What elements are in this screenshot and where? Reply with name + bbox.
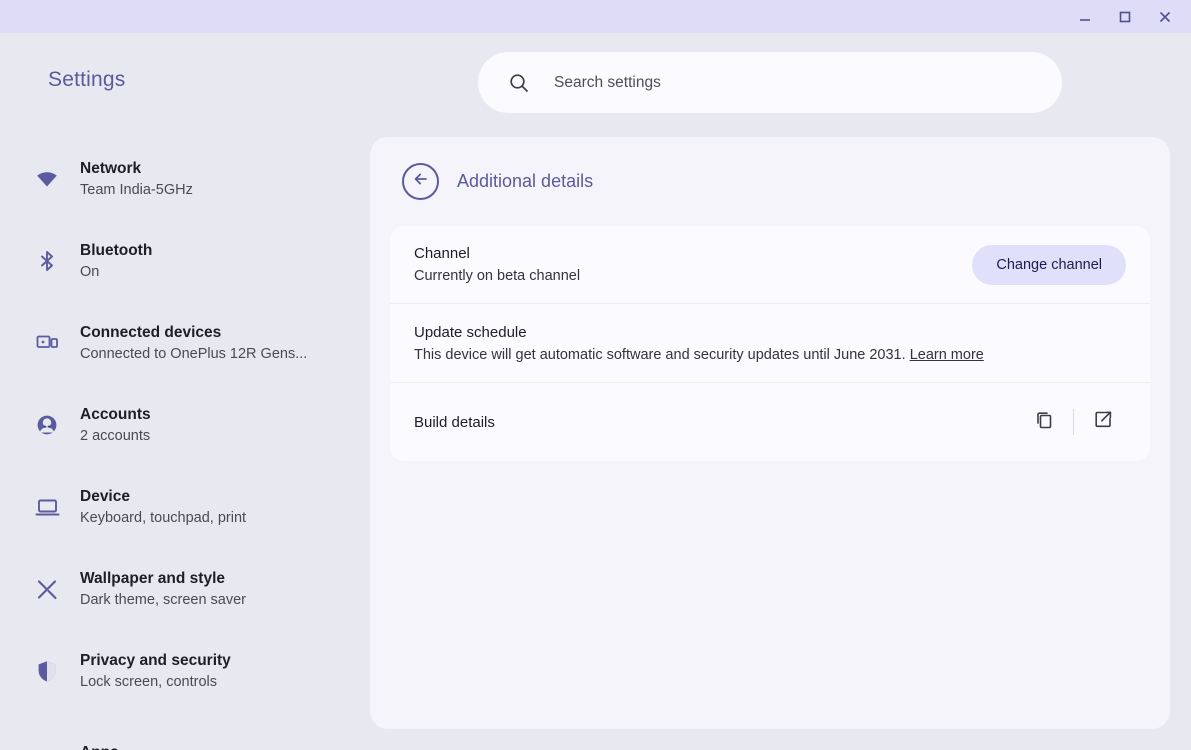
channel-title: Channel [414,245,470,262]
sidebar-item-sublabel: Connected to OnePlus 12R Gens... [80,346,308,362]
sidebar-item-label: Network [80,160,142,177]
learn-more-link[interactable]: Learn more [910,347,984,363]
sidebar-item-label: Device [80,488,130,505]
sidebar-item-network[interactable]: Network Team India-5GHz [0,138,370,220]
sidebar-item-privacy-and-security[interactable]: Privacy and security Lock screen, contro… [0,630,370,712]
sidebar-item-label: Wallpaper and style [80,570,225,587]
channel-status: Currently on beta channel [414,268,581,284]
search-input[interactable]: Search settings [554,74,661,92]
wifi-icon [34,166,60,192]
card-header: Additional details [370,137,1170,226]
sidebar-item-sublabel: Keyboard, touchpad, print [80,510,247,526]
sidebar-item-bluetooth[interactable]: Bluetooth On [0,220,370,302]
bluetooth-icon [34,248,60,274]
app-header: Settings Search settings [0,33,1191,138]
sidebar-item-sublabel: Dark theme, screen saver [80,592,247,608]
search-bar[interactable]: Search settings [478,52,1062,113]
sidebar-item-connected-devices[interactable]: Connected devices Connected to OnePlus 1… [0,302,370,384]
minimize-icon [1077,9,1093,25]
close-button[interactable] [1145,0,1185,33]
window-titlebar [0,0,1191,33]
row-update-schedule: Update schedule This device will get aut… [390,304,1150,383]
account-icon [34,412,60,438]
copy-icon [1034,409,1055,435]
laptop-icon [34,494,60,520]
minimize-button[interactable] [1065,0,1105,33]
details-list: Channel Currently on beta channel Change… [390,226,1150,461]
sidebar-item-sublabel: Team India-5GHz [80,182,193,198]
maximize-icon [1117,9,1133,25]
row-build-details: Build details [390,383,1150,461]
sidebar-item-apps[interactable]: Apps [0,712,370,750]
apps-icon [34,740,60,750]
connected-devices-icon [34,330,60,356]
open-build-details-button[interactable] [1080,402,1126,442]
card-title: Additional details [457,171,594,191]
sidebar-item-label: Apps [80,744,119,750]
update-schedule-title: Update schedule [414,323,527,341]
settings-app-body: Settings Search settings Network Team In… [0,33,1191,750]
back-arrow-icon [411,169,431,194]
row-channel: Channel Currently on beta channel Change… [390,226,1150,304]
sidebar-item-label: Accounts [80,406,151,423]
sidebar-item-label: Connected devices [80,324,222,341]
sidebar-item-label: Privacy and security [80,652,231,669]
actions-divider [1073,409,1074,435]
update-schedule-description: This device will get automatic software … [414,347,984,363]
sidebar-item-accounts[interactable]: Accounts 2 accounts [0,384,370,466]
sidebar-item-device[interactable]: Device Keyboard, touchpad, print [0,466,370,548]
search-icon [508,72,530,94]
close-icon [1157,9,1173,25]
sidebar-item-label: Bluetooth [80,242,153,259]
sidebar-item-sublabel: Lock screen, controls [80,674,218,690]
build-details-title: Build details [414,413,495,431]
sidebar-item-wallpaper-and-style[interactable]: Wallpaper and style Dark theme, screen s… [0,548,370,630]
brush-icon [34,576,60,602]
external-link-icon [1093,409,1114,435]
shield-icon [34,658,60,684]
sidebar-nav: Network Team India-5GHz Bluetooth On Con… [0,138,370,750]
page-title: Settings [48,68,126,91]
copy-build-details-button[interactable] [1021,402,1067,442]
update-schedule-text: This device will get automatic software … [414,346,906,363]
maximize-button[interactable] [1105,0,1145,33]
change-channel-button[interactable]: Change channel [972,244,1126,285]
back-button[interactable] [402,163,439,200]
main-content-card: Additional details Channel Currently on … [370,137,1170,729]
sidebar-item-sublabel: On [80,264,100,280]
sidebar-item-sublabel: 2 accounts [80,428,151,444]
build-details-actions [1021,402,1126,442]
